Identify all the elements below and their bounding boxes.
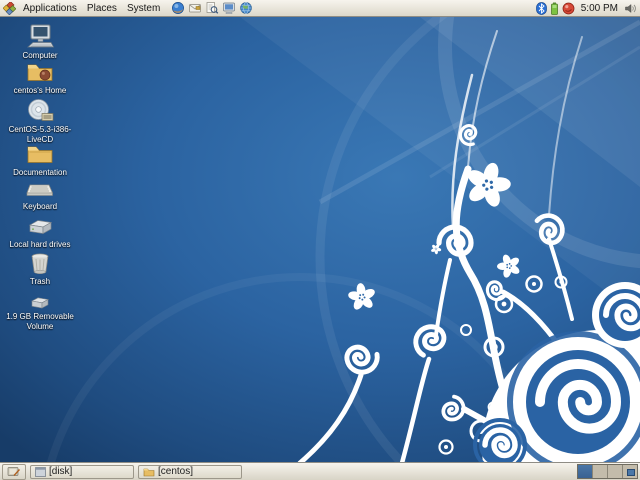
- desktop-icon-label: centos's Home: [13, 86, 67, 95]
- desktop-icon-label: 1.9 GB Removable Volume: [6, 312, 74, 331]
- top-panel-status-area: 5:00 PM: [535, 1, 640, 15]
- workspace-2[interactable]: [592, 465, 607, 478]
- desktop-icon-livecd[interactable]: CentOS-5.3-i386-LiveCD: [1, 98, 79, 145]
- globe-icon: [240, 2, 252, 14]
- desktop-icon-keyboard[interactable]: Keyboard: [1, 179, 79, 212]
- desktop-icon-local-hard-drives[interactable]: Local hard drives: [1, 217, 79, 250]
- web-browser-icon: [171, 2, 184, 14]
- workspace-4[interactable]: [622, 465, 637, 478]
- hard-drive-icon: [28, 220, 53, 235]
- removable-volume-icon: [31, 297, 49, 309]
- menu-places[interactable]: Places: [82, 0, 122, 16]
- centos-logo-icon[interactable]: [3, 1, 16, 15]
- workspace-switcher: [577, 464, 638, 479]
- web-browser-launcher[interactable]: [170, 1, 185, 16]
- search-document-icon: [206, 2, 219, 14]
- email-icon: [188, 4, 201, 13]
- show-desktop-button[interactable]: [2, 463, 26, 480]
- trash-icon: [31, 253, 49, 274]
- bottom-panel: [disk] [centos]: [0, 462, 640, 480]
- folder-icon: [27, 146, 53, 163]
- software-update-icon[interactable]: [562, 2, 575, 15]
- desktop-icon-label: Documentation: [13, 168, 67, 177]
- desktop-icon-home[interactable]: centos's Home: [1, 59, 79, 96]
- home-folder-icon: [27, 64, 53, 81]
- taskbar-window-label: [centos]: [158, 466, 194, 477]
- search-tool-launcher[interactable]: [204, 1, 219, 16]
- menu-applications[interactable]: Applications: [18, 0, 82, 16]
- desktop-wallpaper: [0, 17, 640, 462]
- taskbar-window-centos[interactable]: [centos]: [138, 464, 242, 479]
- bluetooth-icon[interactable]: [535, 1, 547, 15]
- desktop[interactable]: Computer centos's Home CentOS-5.3-i386-L…: [0, 17, 640, 462]
- workspace-1[interactable]: [578, 465, 592, 478]
- desktop-icon-computer[interactable]: Computer: [1, 24, 79, 61]
- top-panel: Applications Places System 5:00 PM: [0, 0, 640, 17]
- desktop-icon-label: Local hard drives: [9, 240, 71, 249]
- taskbar-window-label: [disk]: [49, 466, 73, 477]
- display-launcher[interactable]: [221, 1, 236, 16]
- workspace-3[interactable]: [607, 465, 622, 478]
- email-launcher[interactable]: [187, 1, 202, 16]
- window-icon: [35, 466, 46, 477]
- desktop-icon-trash[interactable]: Trash: [1, 250, 79, 287]
- desktop-icon-documentation[interactable]: Documentation: [1, 141, 79, 178]
- desktop-icon-label: Trash: [29, 277, 51, 286]
- taskbar-window-disk[interactable]: [disk]: [30, 464, 134, 479]
- desktop-icon-label: Keyboard: [22, 202, 58, 211]
- volume-icon[interactable]: [624, 2, 637, 15]
- menu-system[interactable]: System: [122, 0, 165, 16]
- workspace-window-thumbnail: [627, 469, 635, 476]
- battery-icon[interactable]: [550, 2, 559, 15]
- folder-icon: [143, 468, 155, 476]
- clock[interactable]: 5:00 PM: [578, 3, 621, 14]
- keyboard-icon: [26, 184, 54, 196]
- screen: Applications Places System 5:00 PM Compu…: [0, 0, 640, 480]
- globe-launcher[interactable]: [238, 1, 253, 16]
- desktop-icon-removable-volume[interactable]: 1.9 GB Removable Volume: [1, 295, 79, 332]
- display-icon: [222, 2, 235, 14]
- computer-icon: [27, 24, 55, 48]
- cd-rom-icon: [28, 99, 54, 121]
- panel-launchers: [170, 1, 253, 16]
- show-desktop-icon: [7, 467, 20, 476]
